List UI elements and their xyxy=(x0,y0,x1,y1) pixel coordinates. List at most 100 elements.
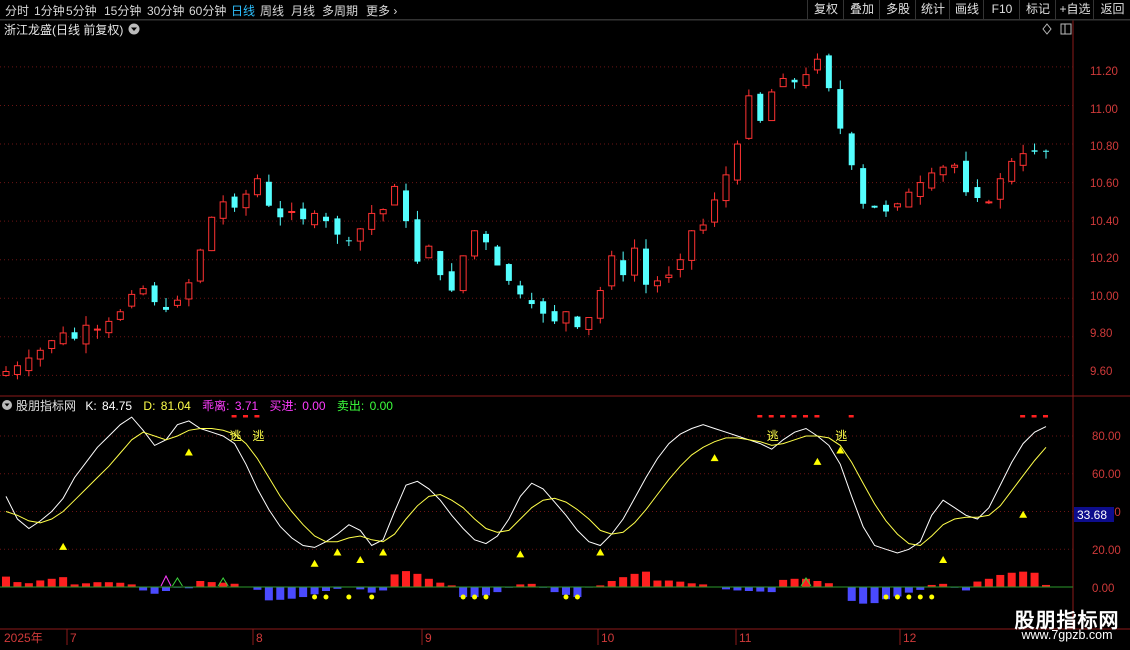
candle-body xyxy=(996,178,1004,200)
candle-body xyxy=(2,371,10,376)
sell-signal-marker xyxy=(172,577,183,587)
buy-signal-marker xyxy=(184,448,193,456)
bottom-dot-marker xyxy=(323,594,329,600)
buy-signal-marker xyxy=(310,559,319,567)
k-line xyxy=(5,416,1047,554)
sell-label: 卖出: xyxy=(337,399,364,413)
price-tick: 10.00 xyxy=(1090,291,1119,303)
candle-body xyxy=(608,255,616,287)
histogram-bar xyxy=(390,574,399,587)
histogram-bar xyxy=(59,577,68,587)
month-label: 7 xyxy=(70,631,77,645)
candle-body xyxy=(163,306,169,310)
candle-body xyxy=(323,216,329,222)
top-warning-mark xyxy=(243,415,248,418)
candle-body xyxy=(128,293,136,307)
stock-title: 浙江龙盛(日线 前复权) xyxy=(4,22,123,37)
top-warning-mark xyxy=(780,415,786,418)
candle-body xyxy=(414,219,421,262)
diamond-icon[interactable] xyxy=(1042,23,1052,35)
candle-body xyxy=(951,164,959,168)
escape-signal-label: 逃 xyxy=(767,429,779,443)
candle-body xyxy=(791,79,798,83)
d-line xyxy=(5,428,1047,547)
bottom-dot-marker xyxy=(483,594,489,600)
histogram-bar xyxy=(859,587,868,604)
bottom-dot-marker xyxy=(472,594,478,600)
histogram-bar xyxy=(2,576,10,587)
kline-chart[interactable]: 浙江龙盛(日线 前复权) 11.20 11.00 10.80 10.60 10.… xyxy=(0,0,1130,650)
bottom-dot-marker xyxy=(883,594,889,600)
candle-body xyxy=(93,328,101,331)
histogram-bar xyxy=(36,580,45,587)
price-tick: 9.80 xyxy=(1090,328,1112,340)
indicator-dropdown-icon[interactable] xyxy=(2,400,12,410)
candle-body xyxy=(688,230,696,261)
signal-markers: 逃逃逃逃 xyxy=(59,415,1048,600)
bottom-dot-marker xyxy=(917,594,923,600)
histogram-bar xyxy=(962,587,970,591)
candle-body xyxy=(139,288,147,295)
candle-body xyxy=(311,212,319,226)
top-warning-mark xyxy=(1043,415,1048,418)
candle-body xyxy=(871,205,878,208)
candle-body xyxy=(1031,150,1038,152)
histogram-bar xyxy=(1030,572,1039,587)
indicator-tick: 20.00 xyxy=(1092,545,1121,557)
escape-signal-label: 逃 xyxy=(252,429,264,443)
candle-body xyxy=(551,311,558,322)
bottom-dot-marker xyxy=(346,594,352,600)
candle-body xyxy=(116,311,124,320)
candle-body xyxy=(368,212,376,230)
deviation-value: 3.71 xyxy=(235,399,259,413)
top-warning-mark xyxy=(803,415,808,418)
candle-body xyxy=(1019,153,1027,166)
candle-body xyxy=(745,95,753,139)
candle-body xyxy=(36,349,44,360)
candle-body xyxy=(242,193,250,209)
bottom-dot-marker xyxy=(312,594,318,600)
date-axis: 2025年 7 8 9 10 11 12 xyxy=(4,629,917,645)
candle-body xyxy=(585,317,593,330)
candle-body xyxy=(596,290,604,319)
candle-body xyxy=(208,216,216,252)
candle-body xyxy=(231,196,238,208)
top-warning-mark xyxy=(1031,415,1037,418)
panel-toggle-icon[interactable] xyxy=(1060,23,1072,35)
histogram-bar xyxy=(367,587,376,593)
candle-body xyxy=(620,260,627,276)
price-tick: 11.20 xyxy=(1090,66,1118,78)
candle-body xyxy=(300,208,307,220)
candle-body xyxy=(253,178,261,196)
buy-signal-marker xyxy=(939,556,948,564)
candle-body xyxy=(345,240,352,242)
buy-signal-marker xyxy=(516,550,525,558)
candle-body xyxy=(71,332,78,339)
candle-body xyxy=(459,255,467,292)
candle-body xyxy=(105,320,113,334)
histogram-bar xyxy=(424,578,433,587)
candle-body xyxy=(151,285,158,303)
histogram-bar xyxy=(756,587,765,592)
indicator-header: 股朋指标网 K: 84.75 D: 81.04 乖离: 3.71 买进: 0.0… xyxy=(16,398,393,413)
bottom-dot-marker xyxy=(460,594,466,600)
candle-body xyxy=(82,324,90,345)
histogram-bar xyxy=(196,581,205,587)
kd-lines xyxy=(5,416,1047,554)
candle-body xyxy=(48,340,56,349)
candle-body xyxy=(939,166,947,176)
histogram-bar xyxy=(150,587,159,594)
candle-body xyxy=(631,247,639,276)
candle-body xyxy=(448,271,455,291)
dropdown-icon[interactable] xyxy=(128,23,140,35)
candle-body xyxy=(825,55,832,89)
candle-body xyxy=(837,89,844,129)
candle-body xyxy=(722,174,730,202)
candle-body xyxy=(860,168,867,204)
year-label: 2025年 xyxy=(4,631,43,645)
candle-body xyxy=(277,208,284,218)
candle-body xyxy=(494,246,501,266)
indicator-grid xyxy=(0,435,1073,550)
escape-signal-label: 逃 xyxy=(835,429,847,443)
price-tick: 10.40 xyxy=(1090,216,1119,228)
